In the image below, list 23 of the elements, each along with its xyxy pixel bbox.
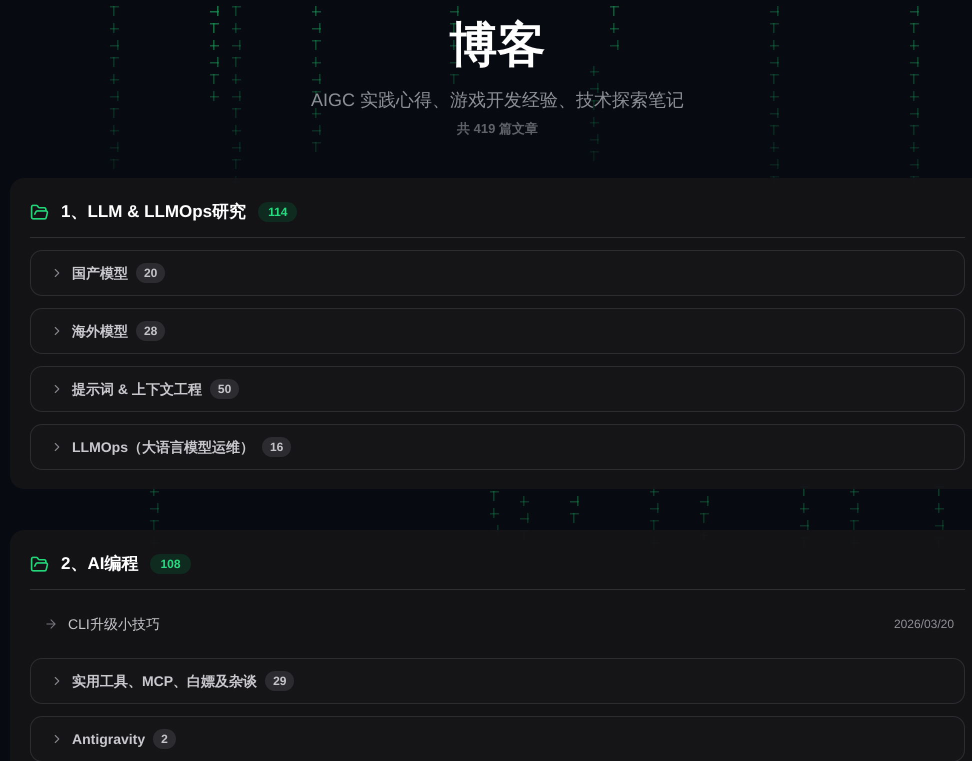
count-badge: 28 [136,321,166,341]
page-title: 博客 [450,18,546,74]
folder-open-icon [30,554,49,574]
count-badge: 114 [258,202,298,222]
section-title: 2、AI编程 [61,553,138,576]
page-subtitle: AIGC 实践心得、游戏开发经验、技术探索笔记 [310,89,684,112]
category-row[interactable]: Antigravity 2 [30,716,965,761]
article-date: 2026/03/20 [894,616,954,633]
count-badge: 16 [262,437,292,457]
section-title: 1、LLM & LLMOps研究 [61,201,246,224]
count-badge: 2 [153,729,176,749]
folder-open-icon [30,202,49,222]
count-badge: 20 [136,263,166,283]
category-row[interactable]: 实用工具、MCP、白嫖及杂谈 29 [30,658,965,704]
article-link[interactable]: CLI升级小技巧 [44,614,160,634]
article-count: 共 419 篇文章 [457,120,538,138]
count-badge: 29 [265,671,294,691]
count-badge: 50 [210,379,240,399]
category-row[interactable]: 海外模型 28 [30,308,965,354]
category-row[interactable]: LLMOps（大语言模型运维） 16 [30,424,965,470]
category-row[interactable]: 国产模型 20 [30,250,965,296]
category-row[interactable]: 提示词 & 上下文工程 50 [30,366,965,412]
count-badge: 108 [150,554,190,574]
